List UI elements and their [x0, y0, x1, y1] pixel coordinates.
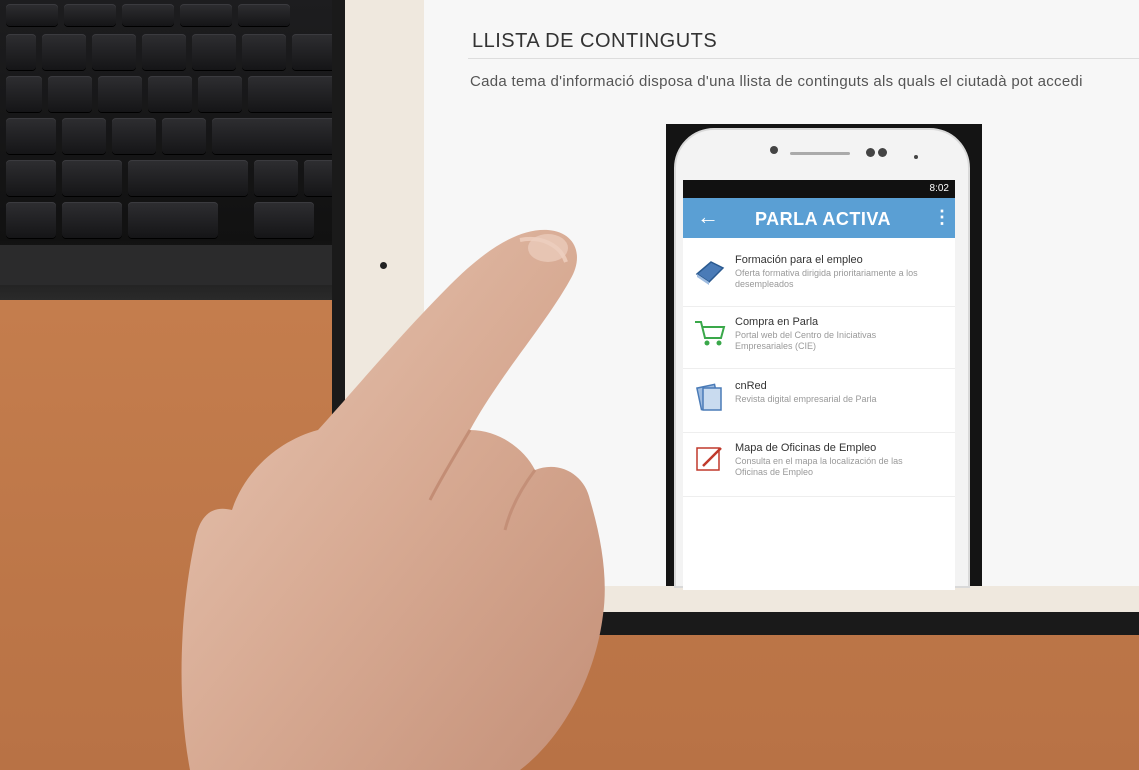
back-arrow-icon[interactable]: ←: [697, 204, 719, 230]
list-item-subtitle: Portal web del Centro de Iniciativas Emp…: [735, 330, 877, 351]
cart-icon: [695, 321, 726, 346]
tablet-camera: [380, 262, 387, 269]
page-heading: LLISTA DE CONTINGUTS: [472, 30, 718, 52]
list-item-subtitle: Consulta en el mapa la localización de l…: [735, 456, 903, 477]
list-item[interactable]: Formación para el empleo Oferta formativ…: [683, 246, 955, 307]
book-icon: [695, 261, 725, 285]
phone-sensor-2: [878, 148, 887, 157]
magazine-icon: [696, 383, 722, 411]
list-item[interactable]: Compra en Parla Portal web del Centro de…: [683, 308, 955, 369]
list-item[interactable]: Mapa de Oficinas de Empleo Consulta en e…: [683, 434, 955, 497]
phone-sensor: [866, 148, 875, 157]
phone-status-time: 8:02: [929, 183, 949, 194]
heading-divider: [468, 58, 1139, 59]
list-item-subtitle: Revista digital empresarial de Parla: [735, 394, 877, 404]
list-item-title: Formación para el empleo: [735, 254, 863, 266]
list-item[interactable]: cnRed Revista digital empresarial de Par…: [683, 372, 955, 433]
phone-speaker: [790, 152, 850, 155]
list-item-title: Compra en Parla: [735, 316, 819, 328]
page-description: Cada tema d'informació disposa d'una lli…: [470, 73, 1083, 90]
overflow-menu-icon[interactable]: ⋮: [933, 207, 951, 228]
app-title: PARLA ACTIVA: [755, 209, 891, 229]
app-bar: ← PARLA ACTIVA ⋮: [683, 198, 955, 238]
phone-led: [914, 155, 918, 159]
list-item-title: cnRed: [735, 380, 767, 392]
phone-screen: 8:02 ← PARLA ACTIVA ⋮ Formación para el …: [683, 180, 955, 590]
list-item-subtitle: Oferta formativa dirigida prioritariamen…: [735, 268, 918, 289]
keyboard: [0, 0, 345, 300]
keyboard-base: [0, 245, 345, 285]
keyboard-keys: [6, 4, 341, 254]
pencil-icon: [696, 447, 722, 471]
list-item-title: Mapa de Oficinas de Empleo: [735, 442, 877, 454]
phone-front-camera: [770, 146, 778, 154]
phone-status-bar: 8:02: [683, 180, 955, 198]
photo-scene: LLISTA DE CONTINGUTS Cada tema d'informa…: [0, 0, 1139, 770]
